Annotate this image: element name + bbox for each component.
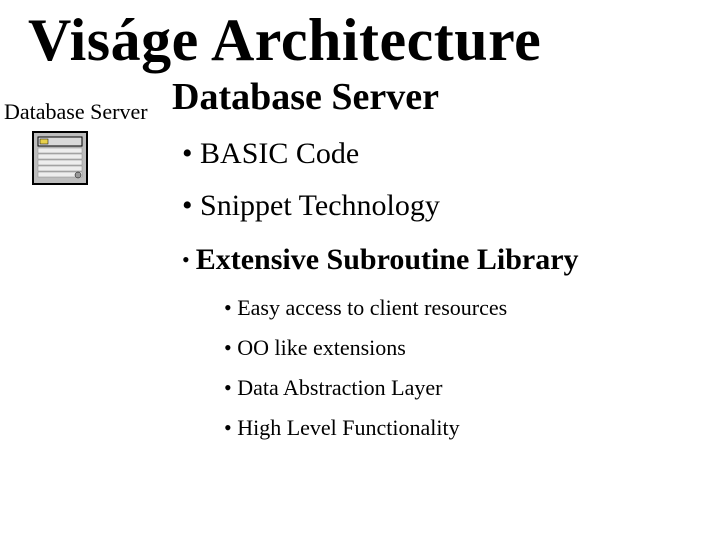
- subbullet-client-resources: • Easy access to client resources: [172, 287, 720, 327]
- page-title: Viságe Architecture: [0, 0, 720, 75]
- subbullet-oo-extensions: • OO like extensions: [172, 327, 720, 367]
- subbullet-data-abstraction: • Data Abstraction Layer: [172, 367, 720, 407]
- section-heading: Database Server: [172, 75, 720, 131]
- server-icon: [32, 131, 172, 190]
- bullet-text: Snippet Technology: [200, 189, 440, 222]
- bullet-text: Extensive Subroutine Library: [196, 243, 579, 276]
- left-column: Database Server: [2, 75, 172, 447]
- bullet-text: Data Abstraction Layer: [237, 375, 442, 400]
- bullet-basic-code: • BASIC Code: [172, 131, 720, 183]
- right-column: Database Server • BASIC Code • Snippet T…: [172, 75, 720, 447]
- content-area: Database Server Database Server • BASIC …: [0, 75, 720, 447]
- bullet-snippet-tech: • Snippet Technology: [172, 183, 720, 235]
- bullet-text: BASIC Code: [200, 137, 359, 170]
- bullet-text: High Level Functionality: [237, 415, 459, 440]
- bullet-subroutine-lib: •Extensive Subroutine Library: [172, 235, 720, 287]
- side-label: Database Server: [2, 99, 172, 129]
- subbullet-high-level: • High Level Functionality: [172, 407, 720, 447]
- bullet-text: Easy access to client resources: [237, 295, 507, 320]
- bullet-text: OO like extensions: [237, 335, 406, 360]
